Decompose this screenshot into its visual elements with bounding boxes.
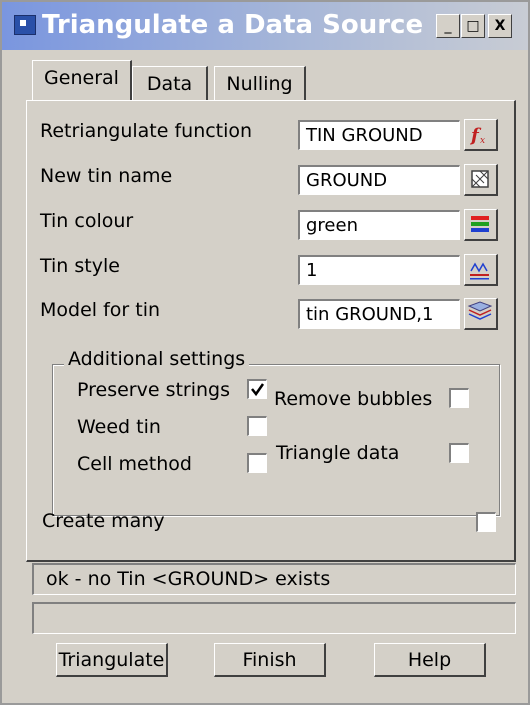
triangle-data-checkbox[interactable] [449, 443, 469, 463]
colour-list-icon [471, 216, 489, 232]
tin-select-button[interactable] [464, 164, 498, 196]
tab-nulling[interactable]: Nulling [214, 66, 306, 100]
additional-settings-title: Additional settings [64, 348, 250, 370]
dialog-window: Triangulate a Data Source _ □ X General … [0, 0, 530, 705]
weed-tin-checkbox[interactable] [247, 416, 267, 436]
finish-button[interactable]: Finish [214, 643, 326, 677]
svg-text:x: x [480, 136, 485, 146]
create-many-checkbox[interactable] [476, 512, 496, 532]
new-tin-name-field[interactable]: GROUND [298, 165, 460, 195]
tin-style-label: Tin style [40, 255, 120, 277]
close-button[interactable]: X [488, 14, 512, 38]
triangle-data-label: Triangle data [276, 442, 400, 464]
maximize-button[interactable]: □ [461, 14, 485, 38]
checkmark-icon [251, 383, 265, 397]
triangulate-button[interactable]: Triangulate [56, 643, 168, 677]
tin-style-field[interactable]: 1 [298, 255, 460, 285]
help-button[interactable]: Help [374, 643, 486, 677]
title-bar[interactable]: Triangulate a Data Source _ □ X [2, 2, 528, 50]
preserve-strings-label: Preserve strings [77, 379, 231, 401]
tab-data[interactable]: Data [132, 66, 208, 100]
new-tin-name-label: New tin name [40, 165, 173, 187]
status-secondary [32, 602, 516, 634]
preserve-strings-checkbox[interactable] [247, 379, 267, 399]
minimize-button[interactable]: _ [436, 14, 460, 38]
app-icon [14, 15, 36, 35]
retriangulate-function-label: Retriangulate function [40, 120, 253, 142]
retriangulate-function-field[interactable]: TIN GROUND [298, 120, 460, 150]
tab-general[interactable]: General [32, 60, 132, 100]
remove-bubbles-label: Remove bubbles [274, 388, 433, 410]
status-message: ok - no Tin <GROUND> exists [32, 563, 516, 595]
tin-colour-label: Tin colour [40, 210, 134, 232]
window-title: Triangulate a Data Source [42, 10, 424, 40]
create-many-label: Create many [42, 510, 165, 532]
function-button[interactable]: f x [464, 119, 498, 151]
weed-tin-label: Weed tin [77, 416, 161, 438]
layers-icon [467, 301, 493, 320]
tin-select-icon [471, 170, 489, 188]
model-for-tin-label: Model for tin [40, 299, 161, 321]
colour-list-button[interactable] [464, 209, 498, 241]
model-for-tin-field[interactable]: tin GROUND,1 [298, 299, 460, 329]
function-icon: f x [469, 125, 485, 146]
cell-method-label: Cell method [77, 453, 192, 475]
tin-colour-field[interactable]: green [298, 210, 460, 240]
cell-method-checkbox[interactable] [247, 453, 267, 473]
linestyle-icon [470, 262, 489, 280]
model-select-button[interactable] [464, 298, 498, 330]
remove-bubbles-checkbox[interactable] [449, 388, 469, 408]
linestyle-button[interactable] [464, 254, 498, 286]
